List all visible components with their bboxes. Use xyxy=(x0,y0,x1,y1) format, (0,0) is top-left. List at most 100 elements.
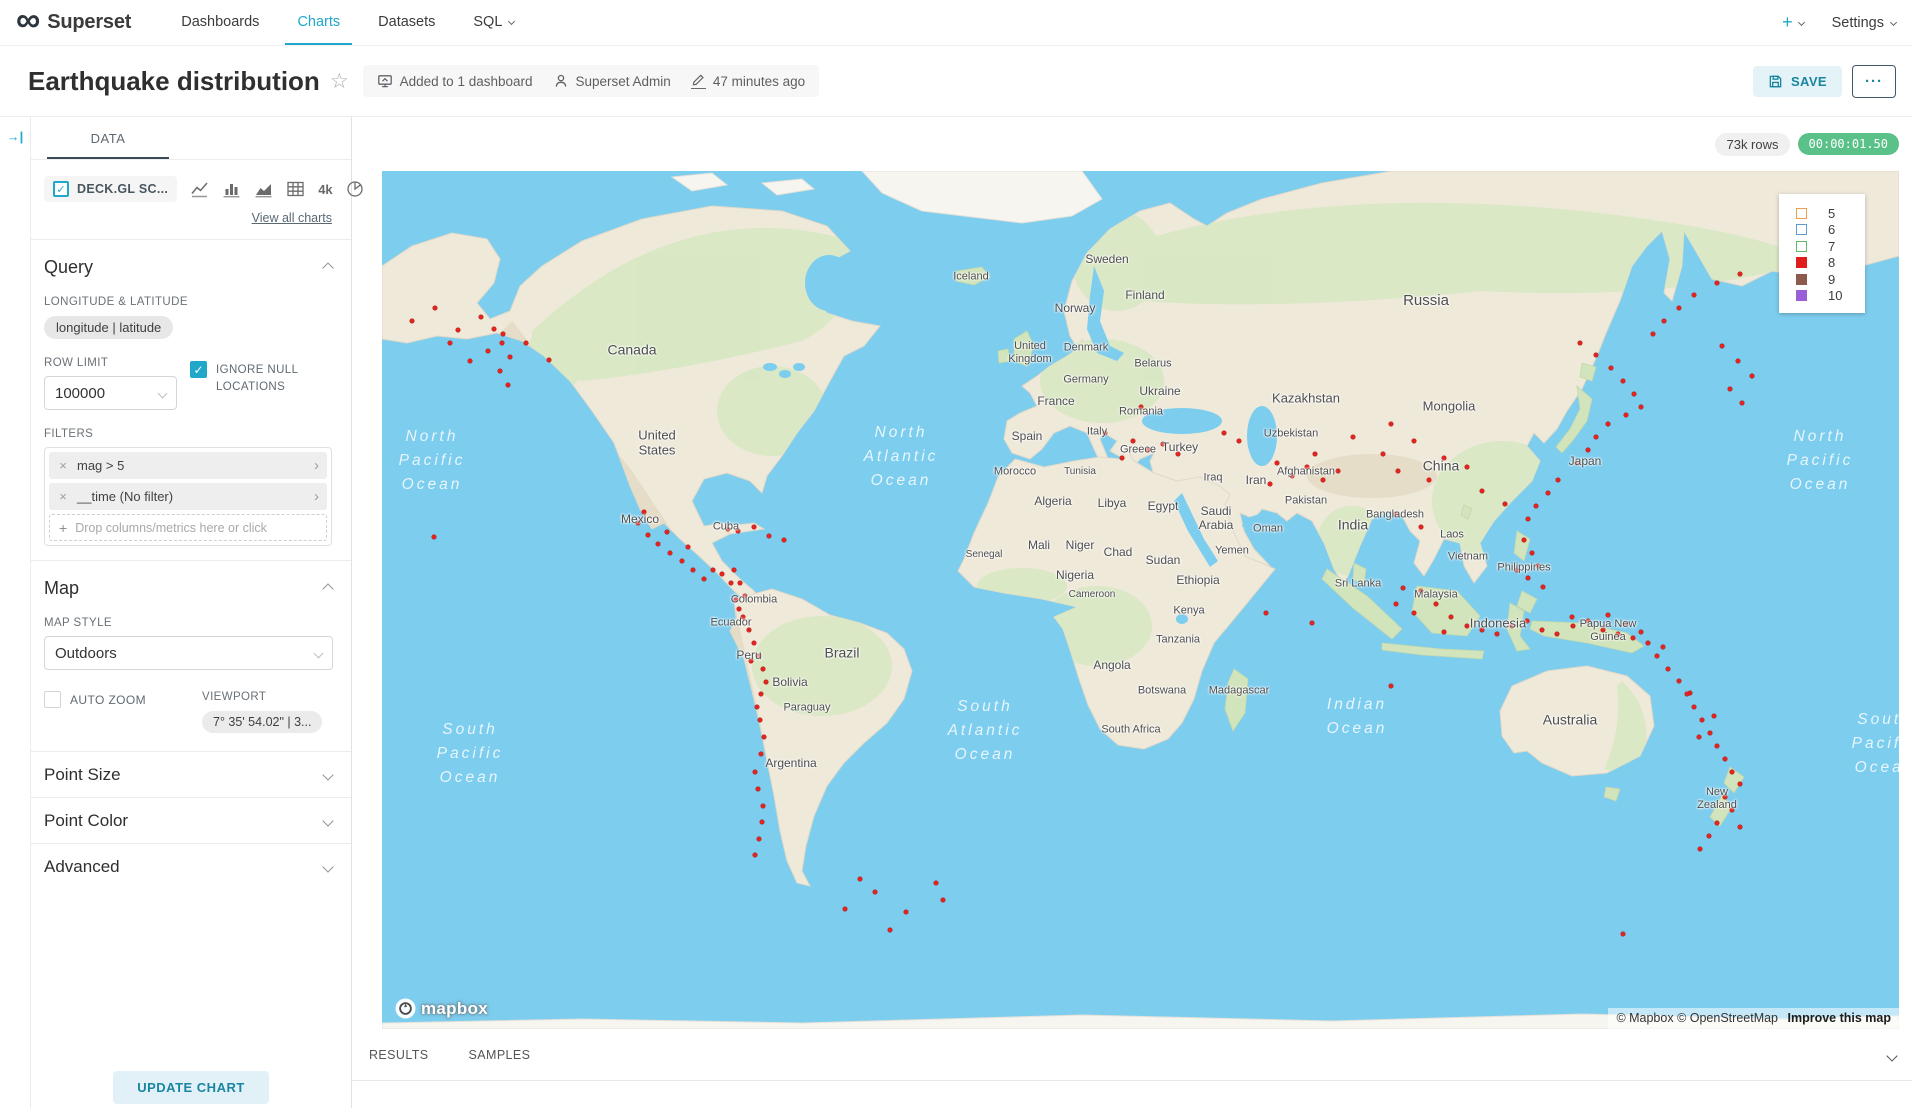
deckgl-map[interactable]: North Pacific OceanNorth Atlantic OceanN… xyxy=(382,171,1899,1029)
legend-row: 10 xyxy=(1779,288,1865,305)
row-limit-select[interactable]: 100000 xyxy=(44,376,177,410)
dashboard-badge-label: Added to 1 dashboard xyxy=(400,74,533,89)
section-advanced[interactable]: Advanced xyxy=(44,844,332,889)
caret-right-icon: › xyxy=(314,489,327,504)
area-chart-icon[interactable] xyxy=(254,180,273,198)
favorite-star-icon[interactable]: ☆ xyxy=(330,69,349,94)
viz-type-row: ✓ DECK.GL SC... 4k xyxy=(44,176,332,202)
auto-zoom-checkbox[interactable] xyxy=(44,691,61,708)
navbar-right: + Settings xyxy=(1782,0,1896,45)
legend-row: 7 xyxy=(1779,238,1865,255)
filter-pill[interactable]: ×mag > 5› xyxy=(49,452,327,479)
nav-item-sql[interactable]: SQL xyxy=(461,0,526,45)
legend-row: 8 xyxy=(1779,255,1865,272)
results-tabbar: RESULTS SAMPLES xyxy=(352,1029,1912,1081)
row-count-badge: 73k rows xyxy=(1715,133,1789,156)
save-label: SAVE xyxy=(1791,74,1827,89)
data-panel: DATA ✓ DECK.GL SC... 4k xyxy=(31,117,352,1108)
osm-attribution-link[interactable]: © OpenStreetMap xyxy=(1677,1011,1778,1025)
chevron-down-icon xyxy=(1798,19,1805,26)
mapbox-wordmark: mapbox xyxy=(421,999,488,1019)
tab-data[interactable]: DATA xyxy=(47,117,169,159)
map-section-header[interactable]: Map xyxy=(44,561,332,599)
legend-value: 8 xyxy=(1828,255,1835,270)
nav-item-datasets[interactable]: Datasets xyxy=(366,0,447,45)
save-button[interactable]: SAVE xyxy=(1753,66,1842,97)
update-chart-button[interactable]: UPDATE CHART xyxy=(113,1071,269,1104)
results-tab-samples[interactable]: SAMPLES xyxy=(469,1048,531,1062)
page-title: Earthquake distribution xyxy=(28,66,320,97)
lonlat-value-pill[interactable]: longitude | latitude xyxy=(44,316,173,339)
new-item-menu[interactable]: + xyxy=(1782,12,1804,33)
main-nav: Dashboards Charts Datasets SQL xyxy=(169,0,526,45)
viewport-value-pill[interactable]: 7° 35' 54.02" | 3... xyxy=(202,711,322,733)
drop-hint: Drop columns/metrics here or click xyxy=(75,521,267,535)
map-style-select[interactable]: Outdoors xyxy=(44,636,333,670)
legend-swatch xyxy=(1796,224,1807,235)
filters-label: FILTERS xyxy=(44,428,332,440)
viz-type-selected[interactable]: ✓ DECK.GL SC... xyxy=(44,176,177,202)
chevron-up-icon xyxy=(322,583,333,594)
section-label: Point Color xyxy=(44,811,128,831)
filter-label: mag > 5 xyxy=(77,458,124,473)
mapbox-logo-icon xyxy=(395,998,416,1019)
legend-swatch xyxy=(1796,274,1807,285)
dashboard-icon xyxy=(377,73,393,89)
pie-chart-icon[interactable] xyxy=(346,180,364,198)
legend-row: 5 xyxy=(1779,205,1865,222)
auto-zoom-label: AUTO ZOOM xyxy=(70,693,146,733)
owner-badge[interactable]: Superset Admin xyxy=(553,73,671,89)
nav-item-charts[interactable]: Charts xyxy=(285,0,352,45)
chevron-down-icon xyxy=(322,769,333,780)
map-attribution: © Mapbox © OpenStreetMap Improve this ma… xyxy=(1608,1008,1899,1029)
owner-label: Superset Admin xyxy=(576,74,671,89)
results-tab-results[interactable]: RESULTS xyxy=(369,1048,429,1062)
legend-swatch xyxy=(1796,241,1807,252)
collapse-results-button[interactable] xyxy=(1888,1047,1896,1065)
query-heading: Query xyxy=(44,257,93,278)
superset-logo[interactable]: ∞ Superset xyxy=(16,0,131,45)
dashboard-badge[interactable]: Added to 1 dashboard xyxy=(377,73,533,89)
settings-menu[interactable]: Settings xyxy=(1832,15,1896,31)
nav-item-label: Datasets xyxy=(378,14,435,30)
improve-map-link[interactable]: Improve this map xyxy=(1788,1011,1892,1025)
table-icon[interactable] xyxy=(286,180,305,198)
section-point-color[interactable]: Point Color xyxy=(44,798,332,843)
bar-chart-icon[interactable] xyxy=(222,180,241,198)
remove-filter-icon[interactable]: × xyxy=(49,458,77,473)
legend-swatch xyxy=(1796,257,1807,268)
chevron-down-icon xyxy=(508,18,515,25)
chart-status-row: 73k rows 00:00:01.50 xyxy=(352,117,1912,171)
settings-label: Settings xyxy=(1832,15,1884,31)
map-style-label: MAP STYLE xyxy=(44,617,332,629)
expand-datasource-panel-icon[interactable]: →| xyxy=(7,130,24,1108)
viz-selected-checkbox: ✓ xyxy=(53,181,69,197)
person-icon xyxy=(553,73,569,89)
row-limit-row: ROW LIMIT 100000 ✓ IGNORE NULL LOCATIONS xyxy=(44,339,332,410)
more-options-button[interactable]: ··· xyxy=(1852,65,1896,98)
last-modified[interactable]: 47 minutes ago xyxy=(691,74,805,89)
map-heading: Map xyxy=(44,578,79,599)
mapbox-logo[interactable]: mapbox xyxy=(395,998,488,1019)
view-all-charts: View all charts xyxy=(44,211,332,225)
nav-item-dashboards[interactable]: Dashboards xyxy=(169,0,271,45)
results-panel: RESULTS SAMPLES xyxy=(352,1029,1912,1108)
filter-pill[interactable]: ×__time (No filter) › xyxy=(49,483,327,510)
filter-label: __time (No filter) xyxy=(77,489,173,504)
line-chart-icon[interactable] xyxy=(190,180,209,198)
chart-meta: Added to 1 dashboard Superset Admin 47 m… xyxy=(363,65,819,97)
remove-filter-icon[interactable]: × xyxy=(49,489,77,504)
chart-header: Earthquake distribution ☆ Added to 1 das… xyxy=(0,46,1912,117)
section-point-size[interactable]: Point Size xyxy=(44,752,332,797)
main-area: →| DATA ✓ DECK.GL SC... 4k xyxy=(0,117,1912,1108)
big-number-icon[interactable]: 4k xyxy=(318,182,332,197)
drop-filter-zone[interactable]: + Drop columns/metrics here or click xyxy=(49,514,327,541)
viz-selected-label: DECK.GL SC... xyxy=(77,182,168,196)
section-label: Point Size xyxy=(44,765,121,785)
legend-row: 6 xyxy=(1779,222,1865,239)
infinity-logo-icon: ∞ xyxy=(16,3,40,37)
ignore-null-checkbox[interactable]: ✓ xyxy=(190,361,207,378)
query-section-header[interactable]: Query xyxy=(44,240,332,278)
datasource-strip: →| xyxy=(0,117,31,1108)
mapbox-attribution-link[interactable]: © Mapbox xyxy=(1616,1011,1673,1025)
